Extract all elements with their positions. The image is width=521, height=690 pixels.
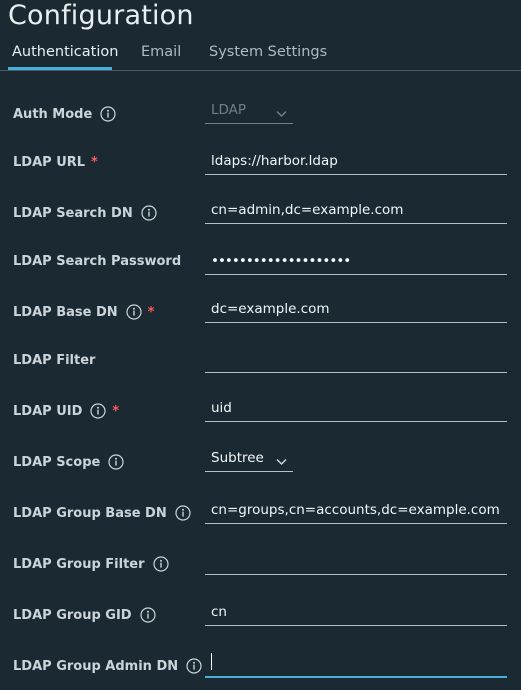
ldap-uid-label: LDAP UID (13, 403, 83, 419)
info-icon[interactable] (175, 505, 191, 521)
ldap-uid-input[interactable]: uid (205, 398, 507, 422)
page-title: Configuration (8, 0, 194, 31)
info-icon[interactable] (100, 106, 116, 122)
ldap-group-filter-input[interactable] (205, 551, 507, 575)
ldap-group-admin-dn-label: LDAP Group Admin DN (13, 658, 179, 674)
ldap-filter-label: LDAP Filter (13, 353, 96, 368)
info-icon[interactable] (126, 304, 142, 320)
ldap-search-password-input[interactable]: •••••••••••••••••••• (205, 251, 507, 275)
auth-mode-value: LDAP (211, 102, 247, 118)
ldap-group-admin-dn-input[interactable] (205, 652, 507, 678)
ldap-group-gid-label: LDAP Group GID (13, 607, 132, 623)
ldap-filter-input[interactable] (205, 349, 507, 373)
auth-mode-label: Auth Mode (13, 106, 93, 122)
tab-email[interactable]: Email (141, 44, 181, 66)
info-icon[interactable] (141, 205, 157, 221)
ldap-base-dn-label: LDAP Base DN (13, 304, 118, 320)
info-icon[interactable] (108, 454, 124, 470)
ldap-filter-row: LDAP Filter (0, 348, 521, 378)
chevron-down-icon (276, 104, 287, 124)
required-marker: * (91, 155, 98, 170)
info-icon[interactable] (90, 403, 106, 419)
ldap-uid-row: LDAP UID * uid (0, 397, 521, 427)
info-icon[interactable] (186, 658, 202, 674)
ldap-search-dn-input[interactable]: cn=admin,dc=example.com (205, 200, 507, 224)
required-marker: * (112, 403, 120, 419)
ldap-search-password-row: LDAP Search Password •••••••••••••••••••… (0, 250, 521, 280)
ldap-scope-row: LDAP Scope Subtree (0, 448, 521, 478)
ldap-base-dn-input[interactable]: dc=example.com (205, 299, 507, 323)
info-icon[interactable] (152, 556, 169, 572)
settings-tabs: Authentication Email System Settings (0, 42, 521, 71)
ldap-search-dn-label: LDAP Search DN (13, 205, 133, 221)
ldap-scope-value: Subtree (211, 450, 264, 466)
tab-authentication[interactable]: Authentication (12, 44, 118, 66)
ldap-group-filter-label: LDAP Group Filter (13, 556, 145, 572)
text-cursor (211, 652, 212, 670)
ldap-group-admin-dn-row: LDAP Group Admin DN (0, 652, 521, 682)
required-marker: * (147, 304, 155, 320)
ldap-url-row: LDAP URL * ldaps://harbor.ldap (0, 150, 521, 180)
ldap-search-password-label: LDAP Search Password (13, 254, 182, 269)
active-tab-indicator (8, 67, 112, 70)
ldap-search-dn-row: LDAP Search DN cn=admin,dc=example.com (0, 199, 521, 229)
ldap-base-dn-row: LDAP Base DN * dc=example.com (0, 298, 521, 328)
auth-mode-row: Auth Mode LDAP (0, 100, 521, 130)
info-icon[interactable] (139, 607, 156, 623)
ldap-group-base-dn-label: LDAP Group Base DN (13, 505, 167, 521)
ldap-group-base-dn-row: LDAP Group Base DN cn=groups,cn=accounts… (0, 499, 521, 529)
ldap-scope-label: LDAP Scope (13, 454, 101, 470)
ldap-group-base-dn-input[interactable]: cn=groups,cn=accounts,dc=example.com (205, 500, 507, 524)
tab-system-settings[interactable]: System Settings (209, 44, 327, 66)
chevron-down-icon (276, 452, 287, 472)
auth-mode-select[interactable]: LDAP (205, 100, 293, 124)
ldap-scope-select[interactable]: Subtree (205, 448, 293, 472)
ldap-group-gid-row: LDAP Group GID cn (0, 601, 521, 631)
ldap-url-label: LDAP URL (13, 155, 86, 170)
ldap-group-filter-row: LDAP Group Filter (0, 550, 521, 580)
ldap-group-gid-input[interactable]: cn (205, 602, 507, 626)
ldap-url-input[interactable]: ldaps://harbor.ldap (205, 151, 507, 175)
